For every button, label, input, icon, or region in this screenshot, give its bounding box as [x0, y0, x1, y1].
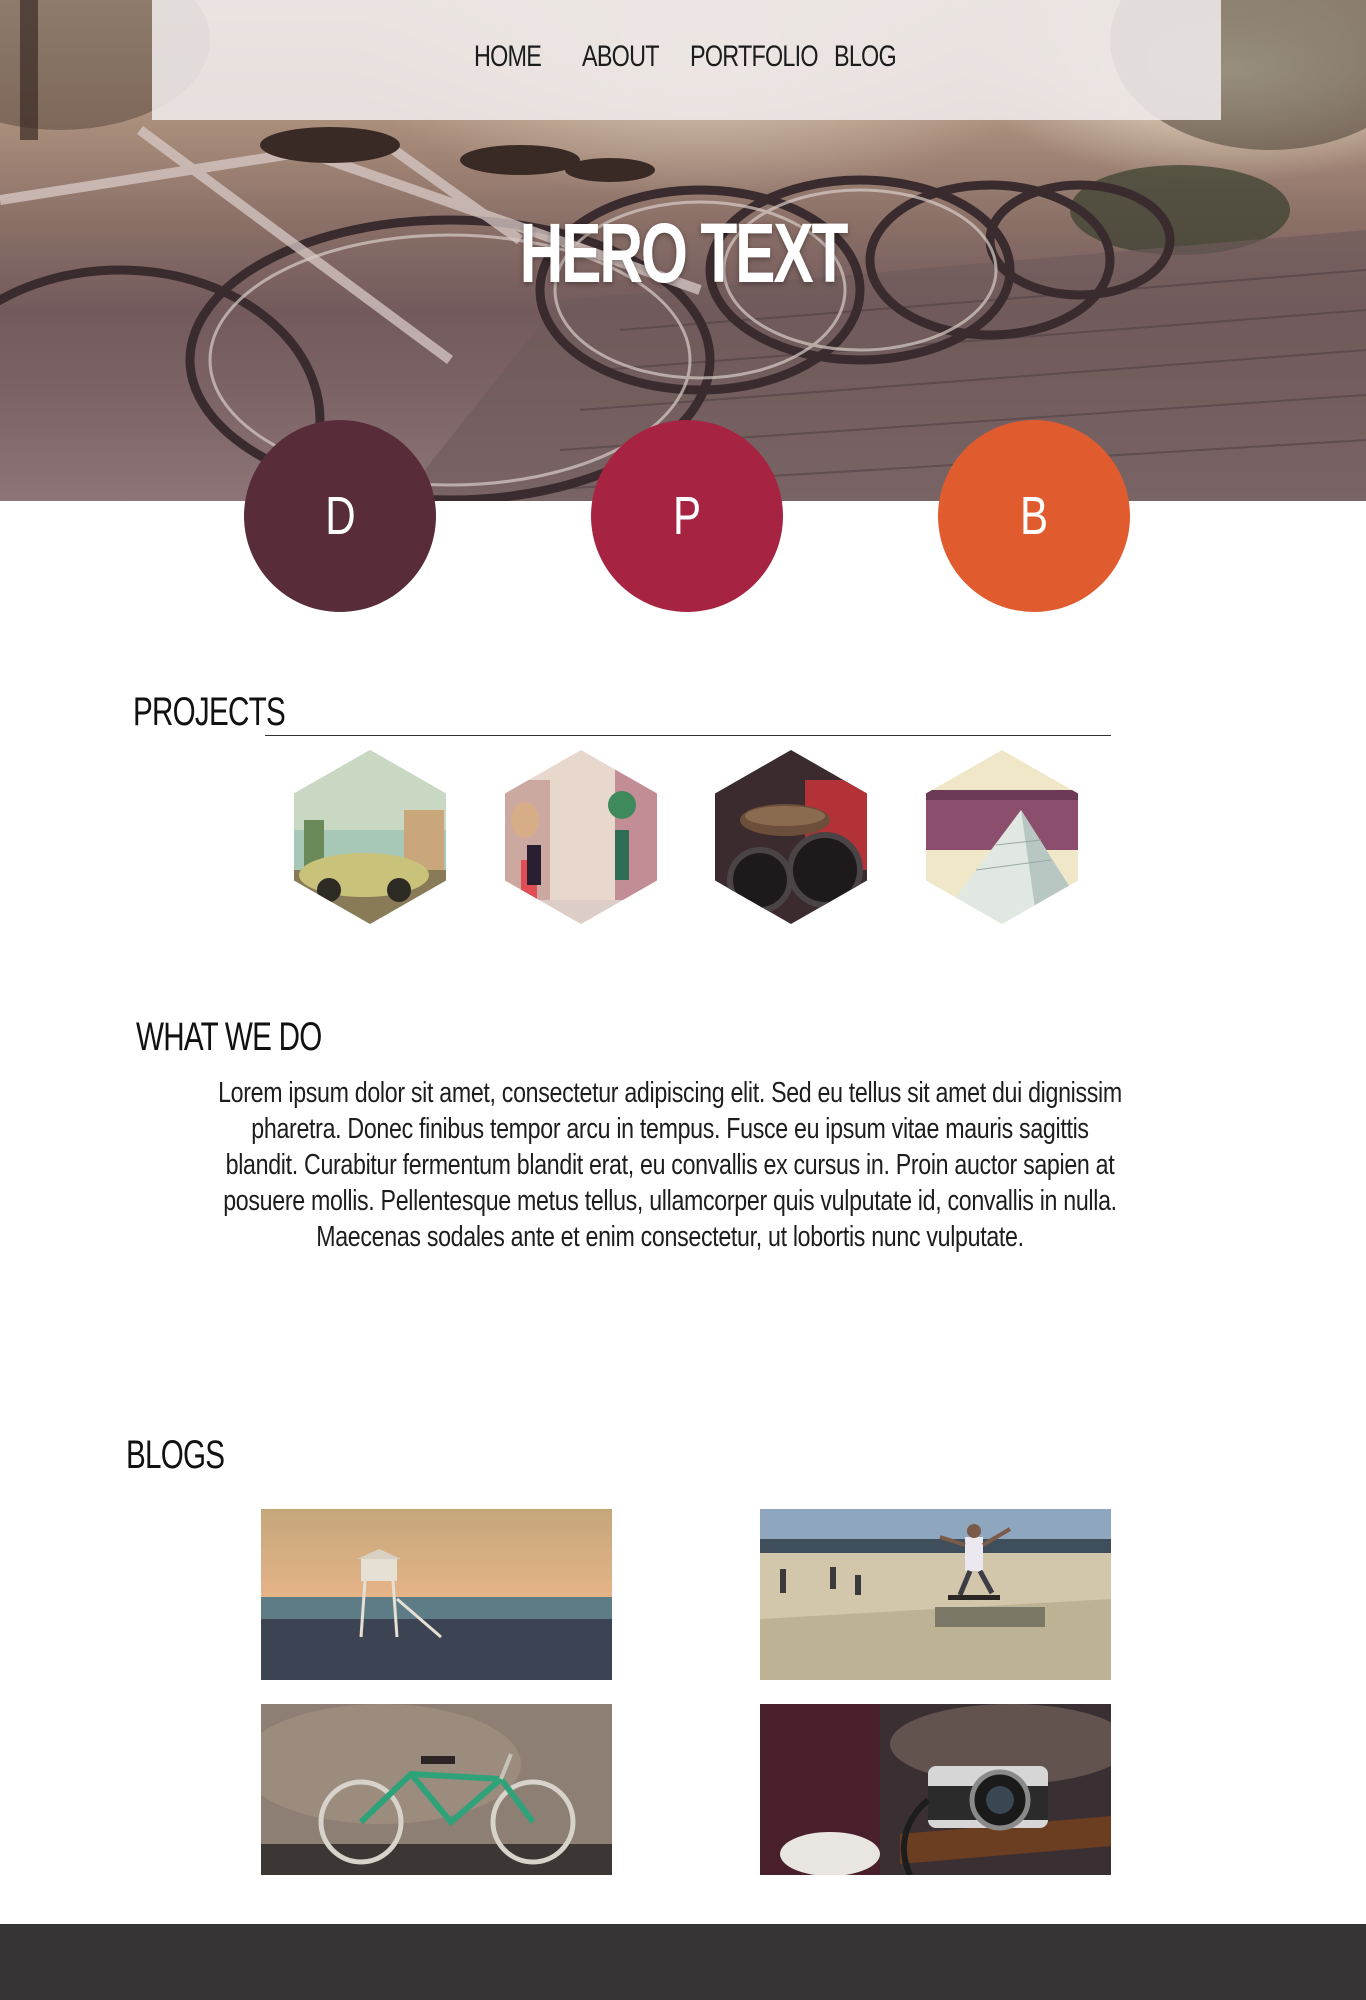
project-thumbnail-bicycle-saddle[interactable]: [715, 750, 867, 924]
project-thumbnail-city-street[interactable]: [505, 750, 657, 924]
circle-b-button[interactable]: B: [938, 420, 1130, 612]
project-thumbnail-louvre-pyramid[interactable]: [926, 750, 1078, 924]
circle-b-letter: B: [1019, 486, 1049, 546]
circle-p-button[interactable]: P: [591, 420, 783, 612]
what-we-do-body: Lorem ipsum dolor sit amet, consectetur …: [218, 1077, 1122, 1253]
what-we-do-heading: WHAT WE DO: [136, 1015, 322, 1059]
project-thumbnail-vintage-car[interactable]: [294, 750, 446, 924]
blog-image-camera-on-table[interactable]: [760, 1704, 1111, 1875]
top-nav: HOME ABOUT PORTFOLIO BLOG: [152, 0, 1221, 120]
circle-d-letter: D: [324, 486, 356, 546]
nav-home-link[interactable]: HOME: [474, 40, 542, 74]
circle-p-letter: P: [672, 486, 702, 546]
nav-about-link[interactable]: ABOUT: [582, 40, 660, 74]
hero-title: HERO TEXT: [519, 206, 849, 300]
blog-image-green-bicycle[interactable]: [261, 1704, 612, 1875]
footer: [0, 1924, 1366, 2000]
nav-blog-link[interactable]: BLOG: [834, 40, 897, 74]
circle-d-button[interactable]: D: [244, 420, 436, 612]
projects-divider: [265, 735, 1111, 736]
blogs-heading: BLOGS: [126, 1433, 225, 1477]
what-we-do-text: Lorem ipsum dolor sit amet, consectetur …: [215, 1075, 1125, 1255]
blog-image-lifeguard-tower[interactable]: [261, 1509, 612, 1680]
projects-heading: PROJECTS: [133, 690, 286, 734]
nav-portfolio-link[interactable]: PORTFOLIO: [690, 40, 819, 74]
blog-image-skateboarder[interactable]: [760, 1509, 1111, 1680]
